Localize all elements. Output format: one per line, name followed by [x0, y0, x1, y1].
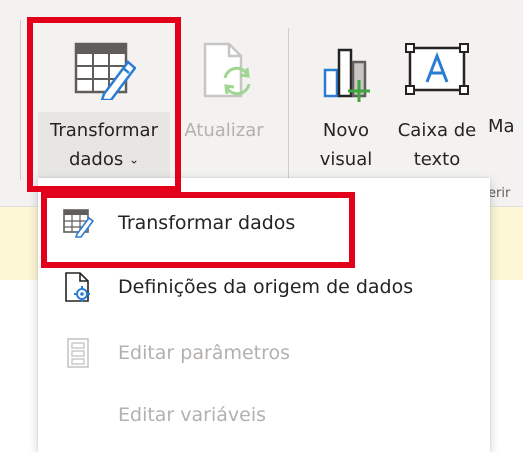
new-visual-icon — [306, 30, 386, 112]
new-visual-button[interactable]: Novo visual — [306, 30, 386, 180]
more-visuals-label: Ma — [488, 116, 515, 137]
more-visuals-button[interactable]: Ma — [488, 112, 523, 152]
refresh-label: Atualizar — [184, 120, 264, 141]
textbox-icon — [388, 30, 486, 112]
textbox-label-line1: Caixa de — [397, 120, 477, 141]
ribbon-separator-left — [20, 20, 21, 180]
ribbon-separator-middle — [288, 28, 289, 178]
parameters-icon — [62, 337, 94, 369]
menu-item-icon-placeholder — [62, 399, 94, 431]
textbox-label-line2: texto — [413, 149, 461, 170]
highlight-transform-menu-item — [41, 192, 355, 268]
document-gear-icon — [62, 271, 94, 303]
new-visual-label-line1: Novo — [322, 120, 370, 141]
menu-item-edit-variables[interactable]: Editar variáveis — [38, 384, 490, 446]
menu-item-edit-parameters[interactable]: Editar parâmetros — [38, 322, 490, 384]
insert-group-label: erir — [488, 186, 511, 201]
highlight-transform-button — [27, 17, 181, 192]
new-visual-label-line2: visual — [319, 149, 373, 170]
refresh-icon — [174, 30, 274, 112]
menu-item-label: Definições da origem de dados — [118, 276, 414, 298]
menu-item-label: Editar parâmetros — [118, 342, 291, 364]
refresh-button[interactable]: Atualizar — [174, 30, 274, 150]
textbox-button[interactable]: Caixa de texto — [388, 30, 486, 180]
menu-item-label: Editar variáveis — [118, 404, 267, 426]
